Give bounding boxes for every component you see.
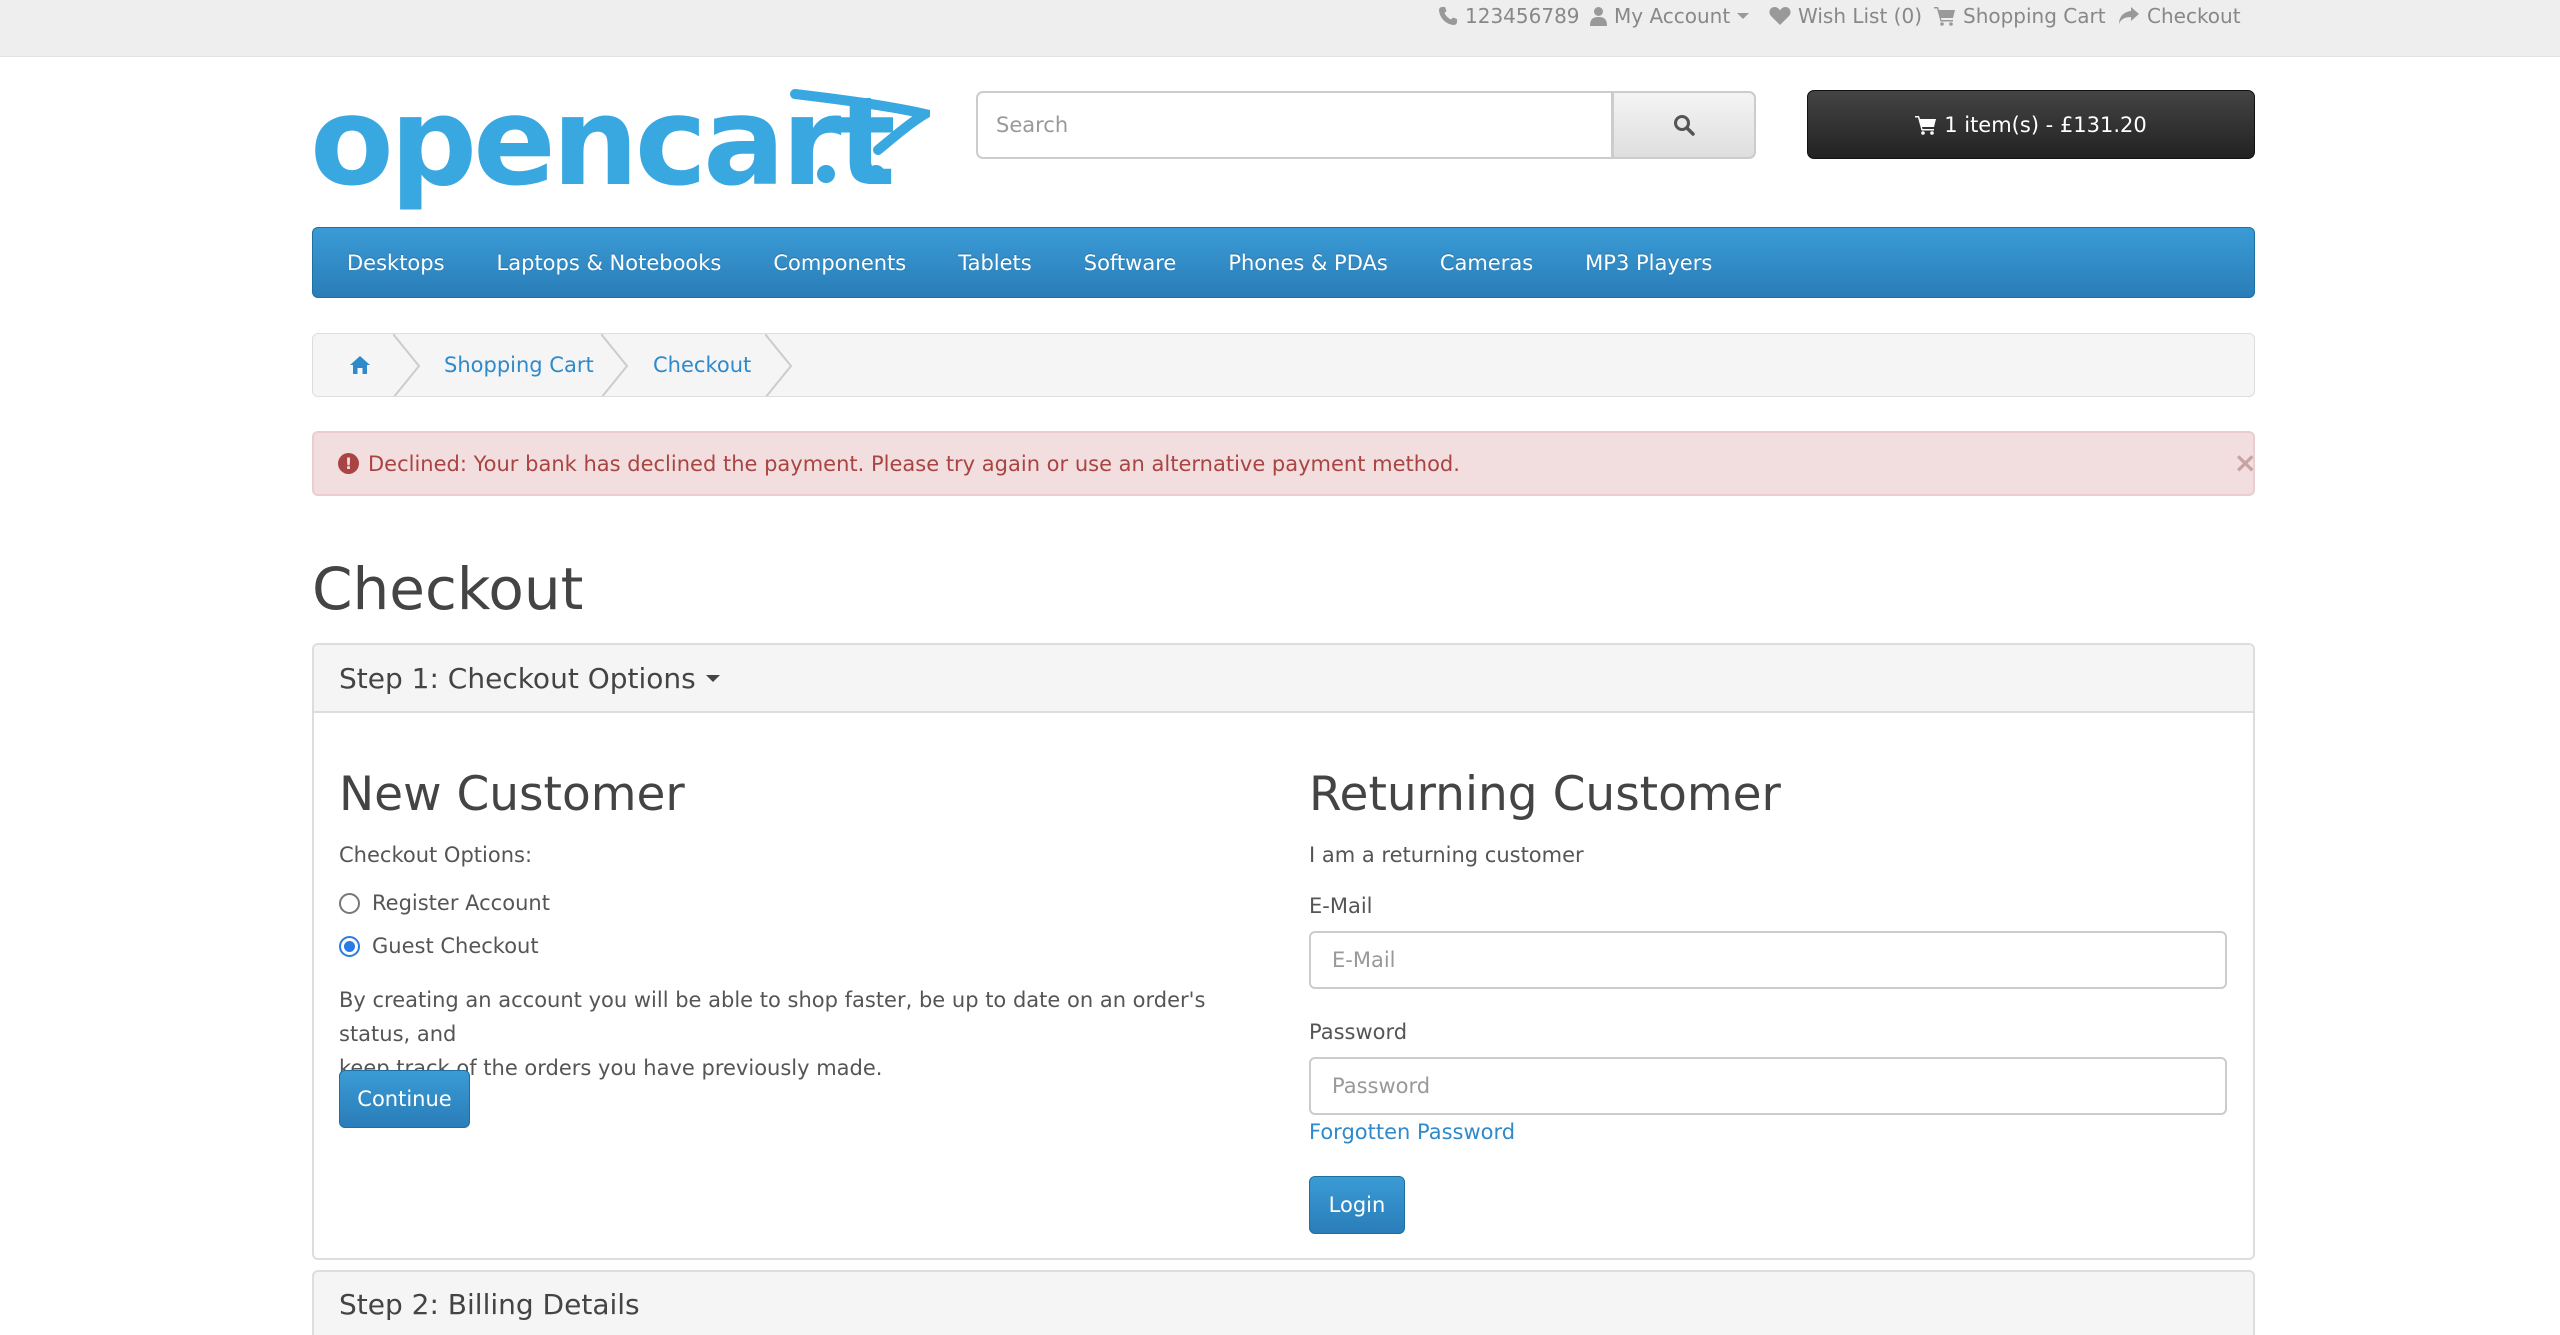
login-button[interactable]: Login [1309,1176,1405,1234]
logo-text: opencart [310,88,894,213]
opencart-logo[interactable]: opencart [310,71,939,214]
my-account-label: My Account [1614,4,1731,28]
wish-list-label: Wish List (0) [1798,4,1922,28]
logo-graphic: opencart [310,71,939,213]
description-line-2: keep track of the orders you have previo… [339,1056,883,1080]
new-customer-title: New Customer [339,767,685,822]
breadcrumb-separator [601,334,629,396]
shopping-cart-label: Shopping Cart [1963,4,2106,28]
step1-heading[interactable]: Step 1: Checkout Options [314,645,2253,713]
step1-title: Step 1: Checkout Options [339,661,696,695]
breadcrumb-checkout[interactable]: Checkout [653,334,751,396]
phone-icon [1439,7,1457,25]
returning-customer-title: Returning Customer [1309,767,1781,822]
returning-customer-subtitle: I am a returning customer [1309,843,1584,867]
password-label: Password [1309,1020,1408,1044]
billing-details-panel[interactable]: Step 2: Billing Details [312,1270,2255,1335]
nav-item-cameras[interactable]: Cameras [1414,251,1559,275]
phone-number: 123456789 [1465,4,1580,28]
alert-message: Declined: Your bank has declined the pay… [368,451,1460,476]
email-label: E-Mail [1309,894,1373,918]
checkout-options-panel: Step 1: Checkout Options New Customer Ch… [312,643,2255,1260]
main-nav: Desktops Laptops & Notebooks Components … [312,227,2255,298]
breadcrumb-shopping-cart[interactable]: Shopping Cart [444,334,594,396]
breadcrumb: Shopping Cart Checkout [312,333,2255,397]
checkout-link[interactable]: Checkout [2118,2,2241,30]
cart-button[interactable]: 1 item(s) - £131.20 [1807,90,2255,159]
breadcrumb-separator [393,334,421,396]
wish-list-link[interactable]: Wish List (0) [1769,2,1922,30]
register-account-radio[interactable] [339,892,360,914]
new-customer-description: By creating an account you will be able … [339,983,1269,1085]
heart-icon [1769,7,1791,25]
search-icon [1674,115,1695,136]
page-title: Checkout [312,555,584,623]
nav-item-desktops[interactable]: Desktops [321,251,471,275]
breadcrumb-separator [765,334,793,396]
nav-item-software[interactable]: Software [1058,251,1203,275]
payment-declined-alert: ! Declined: Your bank has declined the p… [312,431,2257,496]
cart-icon [1934,7,1955,26]
close-icon[interactable]: × [2234,449,2257,477]
forgotten-password-link[interactable]: Forgotten Password [1309,1120,1515,1144]
checkout-label: Checkout [2147,4,2241,28]
register-account-label: Register Account [372,891,550,915]
guest-checkout-label: Guest Checkout [372,934,539,958]
shopping-cart-link[interactable]: Shopping Cart [1934,2,2106,30]
top-bar: 123456789 My Account Wish List (0) Shopp… [0,0,2560,57]
share-icon [2119,7,2139,24]
cart-icon [1915,115,1937,135]
search-input[interactable] [976,91,1613,159]
search-button[interactable] [1612,91,1756,159]
register-account-option[interactable]: Register Account [339,891,550,915]
email-field[interactable] [1309,931,2227,989]
nav-item-components[interactable]: Components [747,251,932,275]
description-line-1: By creating an account you will be able … [339,988,1206,1046]
phone-link[interactable]: 123456789 [1438,2,1580,30]
caret-down-icon [705,674,720,682]
password-field[interactable] [1309,1057,2227,1115]
breadcrumb-home[interactable] [349,334,371,396]
my-account-link[interactable]: My Account [1590,2,1750,30]
nav-item-mp3-players[interactable]: MP3 Players [1559,251,1738,275]
nav-item-laptops-notebooks[interactable]: Laptops & Notebooks [471,251,748,275]
nav-item-tablets[interactable]: Tablets [932,251,1057,275]
continue-button[interactable]: Continue [339,1070,470,1128]
guest-checkout-radio[interactable] [339,935,360,957]
checkout-options-label: Checkout Options: [339,843,533,867]
exclamation-circle-icon: ! [338,453,359,474]
home-icon [350,356,370,374]
caret-down-icon [1737,13,1750,19]
user-icon [1590,7,1607,26]
step2-title: Step 2: Billing Details [339,1288,640,1321]
cart-total-label: 1 item(s) - £131.20 [1944,112,2147,137]
guest-checkout-option[interactable]: Guest Checkout [339,934,539,958]
nav-item-phones-pdas[interactable]: Phones & PDAs [1202,251,1414,275]
